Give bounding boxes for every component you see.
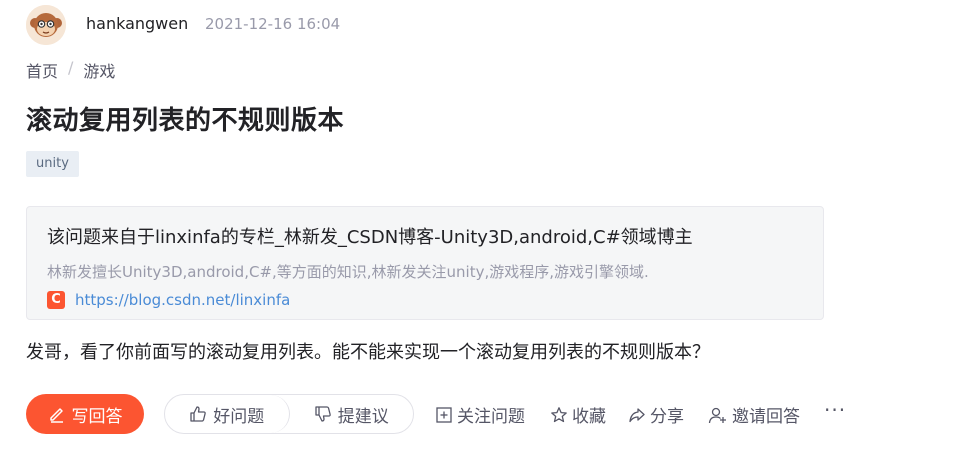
thumbs-down-icon [315,406,331,422]
suggest-button[interactable]: 提建议 [290,395,414,433]
write-answer-button[interactable]: 写回答 [26,394,144,434]
collect-label: 收藏 [572,407,606,427]
breadcrumb-home[interactable]: 首页 [26,58,58,82]
follow-question-label: 关注问题 [457,407,525,427]
suggest-label: 提建议 [337,406,389,427]
share-button[interactable]: 分享 [628,402,684,427]
avatar[interactable] [26,5,66,45]
source-card-title[interactable]: 该问题来自于linxinfa的专栏_林新发_CSDN博客-Unity3D,and… [47,223,693,249]
pen-icon [49,408,63,423]
csdn-logo-icon: C [47,291,65,309]
thumbs-up-icon [190,406,207,422]
plus-box-icon [436,406,452,423]
breadcrumb: 首页 / 游戏 [26,58,115,82]
breadcrumb-separator: / [68,58,74,77]
invite-answer-button[interactable]: 邀请回答 [708,402,800,427]
write-answer-label: 写回答 [71,406,123,427]
share-arrow-icon [629,407,645,422]
collect-button[interactable]: 收藏 [550,402,606,427]
source-card-url[interactable]: https://blog.csdn.net/linxinfa [75,291,290,309]
follow-question-button[interactable]: 关注问题 [435,402,525,427]
post-time: 2021-12-16 16:04 [205,15,341,33]
tag-unity[interactable]: unity [26,151,79,177]
source-card-link[interactable]: C https://blog.csdn.net/linxinfa [47,291,290,309]
source-card-description: 林新发擅长Unity3D,android,C#,等方面的知识,林新发关注unit… [47,263,649,281]
question-body: 发哥，看了你前面写的滚动复用列表。能不能来实现一个滚动复用列表的不规则版本？ [26,342,710,363]
more-options-button[interactable]: ··· [824,398,846,422]
source-card[interactable]: 该问题来自于linxinfa的专栏_林新发_CSDN博客-Unity3D,and… [26,206,824,320]
share-label: 分享 [650,407,684,427]
invite-user-icon [708,407,726,423]
author-name[interactable]: hankangwen [86,14,188,33]
invite-answer-label: 邀请回答 [732,407,800,427]
monkey-avatar-icon [26,5,66,45]
breadcrumb-games[interactable]: 游戏 [83,58,115,82]
good-question-button[interactable]: 好问题 [165,395,290,433]
vote-group: 好问题 提建议 [164,394,414,434]
star-icon [551,406,567,422]
good-question-label: 好问题 [213,406,265,427]
question-title: 滚动复用列表的不规则版本 [26,106,345,136]
